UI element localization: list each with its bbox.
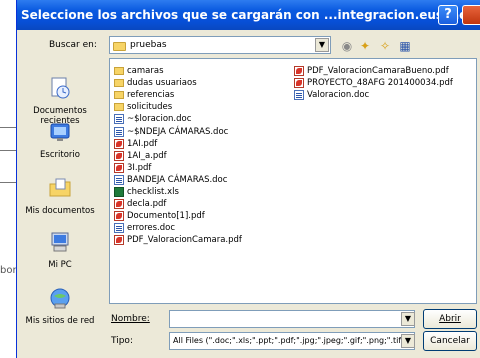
pdf-icon: [294, 78, 304, 89]
place-desktop[interactable]: Escritorio: [19, 120, 101, 160]
file-item[interactable]: Documento[1].pdf: [114, 210, 242, 222]
file-name: decla.pdf: [127, 199, 167, 210]
place-label: Mi PC: [48, 260, 72, 270]
chevron-down-icon[interactable]: ▼: [401, 334, 415, 348]
filename-input[interactable]: [169, 310, 415, 328]
chevron-down-icon[interactable]: ▼: [315, 38, 329, 52]
doc-icon: [114, 174, 124, 185]
pdf-icon: [114, 162, 124, 173]
cancel-button[interactable]: Cancelar: [423, 331, 477, 351]
file-item[interactable]: Valoracion.doc: [294, 89, 453, 101]
filetype-select[interactable]: All Files (".doc;".xls;".ppt;".pdf;".jpg…: [169, 332, 415, 350]
place-label: Escritorio: [40, 150, 80, 160]
file-item[interactable]: referencias: [114, 89, 242, 101]
file-name: Valoracion.doc: [307, 90, 370, 101]
file-name: camaras: [127, 66, 164, 77]
file-name: ~$NDEJA CÁMARAS.doc: [127, 126, 229, 137]
pdf-icon: [114, 235, 124, 246]
file-item[interactable]: PDF_ValoracionCamaraBueno.pdf: [294, 65, 453, 77]
place-label: Mis sitios de red: [25, 316, 95, 326]
pdf-icon: [114, 150, 124, 161]
my-documents-icon: [49, 178, 71, 197]
pdf-icon: [114, 199, 124, 210]
file-item[interactable]: PROYECTO_48AFG 201400034.pdf: [294, 77, 453, 89]
help-button[interactable]: ?: [438, 5, 458, 25]
file-item[interactable]: camaras: [114, 65, 242, 77]
up-folder-icon[interactable]: ✦: [357, 38, 373, 54]
view-menu-icon[interactable]: ▦: [397, 38, 413, 54]
folder-icon: [114, 103, 124, 112]
file-column-1: camaras dudas usuariaos referencias solicit…: [114, 65, 242, 246]
lookin-dropdown[interactable]: pruebas ▼: [109, 36, 331, 54]
places-bar: Documentos recientes Escritorio Mis docu…: [19, 58, 101, 353]
file-name: referencias: [127, 90, 175, 101]
file-name: PROYECTO_48AFG 201400034.pdf: [307, 78, 453, 89]
back-icon[interactable]: ◉: [339, 38, 355, 54]
file-item[interactable]: 3I.pdf: [114, 162, 242, 174]
pdf-icon: [114, 211, 124, 222]
place-my-documents[interactable]: Mis documentos: [19, 176, 101, 216]
lookin-label: Buscar en:: [49, 40, 97, 50]
folder-icon: [114, 91, 124, 100]
file-name: PDF_ValoracionCamaraBueno.pdf: [307, 66, 449, 77]
file-item[interactable]: checklist.xls: [114, 186, 242, 198]
file-name: Documento[1].pdf: [127, 211, 205, 222]
file-item[interactable]: 1AI.pdf: [114, 138, 242, 150]
place-label: Mis documentos: [25, 206, 95, 216]
background-line: [0, 150, 16, 151]
file-name: solicitudes: [127, 102, 173, 113]
file-column-2: PDF_ValoracionCamaraBueno.pdf PROYECTO_48…: [294, 65, 453, 101]
file-item[interactable]: dudas usuariaos: [114, 77, 242, 89]
doc-icon: [114, 223, 124, 234]
xls-icon: [114, 186, 124, 197]
pdf-icon: [294, 66, 304, 77]
file-name: BANDEJA CÁMARAS.doc: [127, 174, 228, 185]
file-name: 1AI.pdf: [127, 138, 158, 149]
file-open-dialog: Seleccione los archivos que se cargarán …: [16, 0, 480, 358]
file-item[interactable]: solicitudes: [114, 101, 242, 113]
window-title: Seleccione los archivos que se cargarán …: [21, 8, 480, 22]
pdf-icon: [114, 138, 124, 149]
file-item[interactable]: 1AI_a.pdf: [114, 150, 242, 162]
lookin-value: pruebas: [130, 40, 167, 50]
chevron-down-icon[interactable]: ▼: [401, 312, 415, 326]
background-line: [0, 127, 16, 128]
file-name: PDF_ValoracionCamara.pdf: [127, 235, 242, 246]
doc-icon: [294, 90, 304, 101]
folder-icon: [113, 41, 126, 51]
network-places-icon: [50, 288, 70, 309]
filename-label: Nombre:: [111, 314, 150, 324]
file-name: 3I.pdf: [127, 162, 152, 173]
doc-icon: [114, 126, 124, 137]
file-item[interactable]: BANDEJA CÁMARAS.doc: [114, 174, 242, 186]
recent-documents-icon: [51, 77, 70, 99]
file-name: ~$loracion.doc: [127, 114, 192, 125]
open-button[interactable]: Abrir: [423, 309, 477, 329]
desktop-icon: [50, 123, 70, 141]
folder-icon: [114, 79, 124, 88]
doc-icon: [114, 114, 124, 125]
folder-icon: [114, 67, 124, 76]
file-name: 1AI_a.pdf: [127, 150, 167, 161]
background-text: bor: [0, 265, 17, 276]
file-name: errores.doc: [127, 223, 176, 234]
new-folder-icon[interactable]: ✧: [377, 38, 393, 54]
close-button[interactable]: [462, 5, 480, 25]
file-item[interactable]: PDF_ValoracionCamara.pdf: [114, 234, 242, 246]
place-recent-documents[interactable]: Documentos recientes: [19, 76, 101, 126]
file-name: checklist.xls: [127, 186, 179, 197]
background-line: [0, 182, 16, 183]
filetype-label: Tipo:: [111, 336, 133, 346]
file-list[interactable]: camaras dudas usuariaos referencias solicit…: [109, 58, 477, 304]
file-name: dudas usuariaos: [127, 78, 197, 89]
file-item[interactable]: ~$loracion.doc: [114, 113, 242, 125]
file-item[interactable]: decla.pdf: [114, 198, 242, 210]
file-item[interactable]: ~$NDEJA CÁMARAS.doc: [114, 125, 242, 137]
title-bar[interactable]: Seleccione los archivos que se cargarán …: [17, 0, 480, 30]
place-my-computer[interactable]: Mi PC: [19, 230, 101, 270]
my-computer-icon: [51, 232, 69, 252]
file-item[interactable]: errores.doc: [114, 222, 242, 234]
place-network[interactable]: Mis sitios de red: [19, 286, 101, 326]
